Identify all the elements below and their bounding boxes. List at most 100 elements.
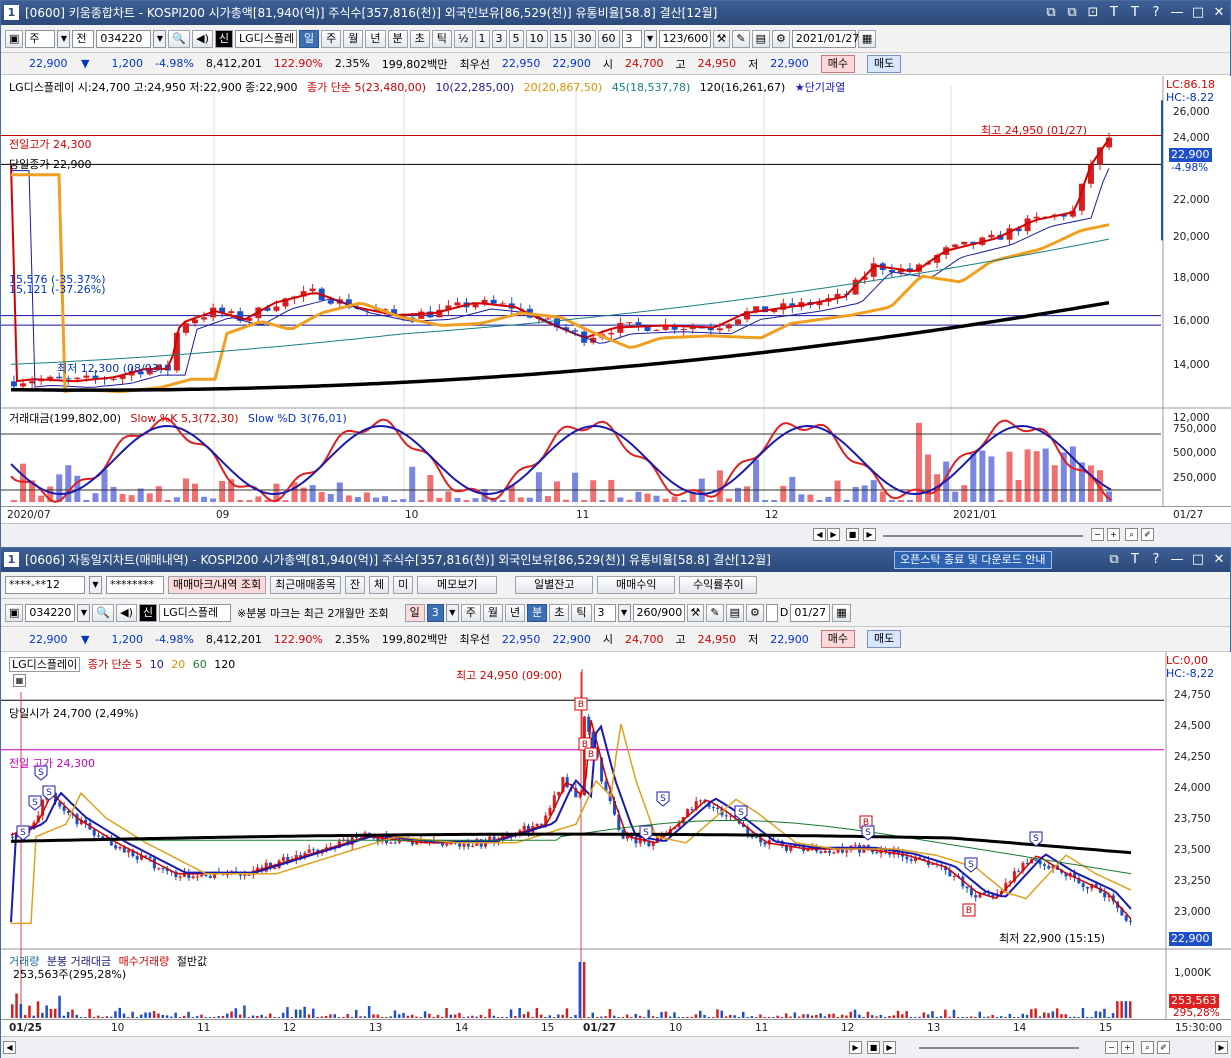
return-trend-button[interactable]: 수익률추이 bbox=[679, 576, 758, 594]
next-icon[interactable]: ▶ bbox=[863, 528, 876, 541]
balance-button[interactable]: 잔 bbox=[344, 576, 366, 594]
play-icon[interactable]: ▶ bbox=[849, 1041, 862, 1054]
interval-input[interactable]: 3 bbox=[426, 603, 444, 622]
interval-input[interactable]: 3 bbox=[621, 29, 642, 48]
zoom-out-icon[interactable]: − bbox=[1091, 528, 1104, 541]
tool-icon[interactable]: ⚒ bbox=[686, 603, 705, 622]
stock-code-input[interactable]: 034220 bbox=[25, 603, 76, 622]
mark-query-button[interactable]: 매매마크/내역 조회 bbox=[168, 576, 267, 594]
tab-month[interactable]: 월 bbox=[343, 29, 364, 48]
interval-30[interactable]: 30 bbox=[573, 29, 596, 48]
pen-icon[interactable]: ✎ bbox=[732, 29, 750, 48]
minimize-icon[interactable]: — bbox=[1170, 548, 1184, 572]
prev-icon[interactable]: ◀ bbox=[813, 528, 826, 541]
password-input[interactable]: ******** bbox=[106, 576, 164, 594]
account-select[interactable]: ****-**12 bbox=[5, 576, 85, 594]
executed-button[interactable]: 체 bbox=[369, 576, 390, 594]
sell-button[interactable]: 매도 bbox=[867, 54, 902, 73]
market-select[interactable]: 주 bbox=[25, 29, 56, 48]
interval-10[interactable]: 10 bbox=[525, 29, 548, 48]
play-icon[interactable]: ▶ bbox=[827, 528, 840, 541]
link-icon[interactable]: ⧉ bbox=[1107, 548, 1121, 572]
speaker-icon[interactable]: ◀) bbox=[116, 603, 137, 622]
chevron-down-icon[interactable]: ▼ bbox=[57, 29, 71, 48]
search-icon[interactable]: 🔍 bbox=[168, 29, 191, 48]
help-icon[interactable]: ? bbox=[1149, 1, 1163, 25]
font-icon[interactable]: T bbox=[1128, 1, 1142, 25]
count-input[interactable]: 123/600 bbox=[658, 29, 711, 48]
minute-input[interactable]: 3 bbox=[593, 603, 616, 622]
table-icon[interactable]: ▦ bbox=[13, 674, 26, 687]
chevron-down-icon[interactable]: ▼ bbox=[89, 576, 102, 594]
interval-15[interactable]: 15 bbox=[549, 29, 572, 48]
help-icon[interactable]: ? bbox=[1149, 548, 1163, 572]
chevron-down-icon[interactable]: ▼ bbox=[153, 29, 167, 48]
maximize-icon[interactable]: □ bbox=[1191, 548, 1205, 572]
date-input[interactable]: 2021/01/27 bbox=[791, 29, 859, 48]
interval-3[interactable]: 3 bbox=[491, 29, 507, 48]
price-chart-area[interactable]: LG디스플레이 시:24,700 고:24,950 저:22,900 종:22,… bbox=[1, 76, 1231, 506]
checkbox-icon[interactable]: ▣ bbox=[5, 29, 24, 48]
tab-week[interactable]: 주 bbox=[321, 29, 342, 48]
save-icon[interactable]: ⊡ bbox=[1086, 1, 1100, 25]
price-chart-svg[interactable] bbox=[1, 76, 1231, 506]
stock-code-input[interactable]: 034220 bbox=[96, 29, 152, 48]
notice-button[interactable]: 오픈스탁 종료 및 다운로드 안내 bbox=[894, 551, 1052, 569]
tab-tick[interactable]: 틱 bbox=[571, 603, 592, 622]
prev-select[interactable]: 전 bbox=[72, 29, 95, 48]
tab-minute[interactable]: 분 bbox=[527, 603, 548, 622]
stop-icon[interactable]: ■ bbox=[846, 528, 859, 541]
chart-scroll-bar[interactable]: ◀ ▶ ■ ▶ − + ⌕ ✐ bbox=[1, 523, 1231, 547]
calendar-icon[interactable]: ▦ bbox=[832, 603, 851, 622]
calendar-icon[interactable]: ▦ bbox=[857, 29, 877, 48]
tab-year[interactable]: 년 bbox=[365, 29, 386, 48]
zoom-slider[interactable] bbox=[919, 1047, 1079, 1049]
tab-month[interactable]: 월 bbox=[482, 603, 504, 622]
unfilled-button[interactable]: 미 bbox=[393, 576, 414, 594]
prev-icon[interactable]: ◀ bbox=[3, 1041, 16, 1054]
interval-60[interactable]: 60 bbox=[597, 29, 620, 48]
search-icon[interactable]: 🔍 bbox=[92, 603, 115, 622]
interval-5[interactable]: 5 bbox=[508, 29, 524, 48]
memo-button[interactable]: 메모보기 bbox=[417, 576, 498, 594]
pin-icon[interactable]: T bbox=[1107, 1, 1121, 25]
tab-minute[interactable]: 분 bbox=[387, 29, 408, 48]
checkbox-icon[interactable]: ▣ bbox=[5, 603, 24, 622]
tool-icon[interactable]: ✐ bbox=[1157, 1041, 1170, 1054]
stop-icon[interactable]: ■ bbox=[867, 1041, 880, 1054]
search-icon[interactable]: ⌕ bbox=[1125, 528, 1138, 541]
tool-icon[interactable]: ✐ bbox=[1141, 528, 1154, 541]
tab-second[interactable]: 초 bbox=[549, 603, 570, 622]
close-icon[interactable]: ✕ bbox=[1212, 1, 1226, 25]
half-button[interactable]: ½ bbox=[453, 29, 473, 48]
tab-tick[interactable]: 틱 bbox=[431, 29, 452, 48]
trade-profit-button[interactable]: 매매수익 bbox=[597, 576, 676, 594]
minimize-icon[interactable]: — bbox=[1170, 1, 1184, 25]
daily-balance-button[interactable]: 일별잔고 bbox=[515, 576, 594, 594]
d-checkbox[interactable] bbox=[765, 603, 778, 622]
next-icon[interactable]: ▶ bbox=[883, 1041, 896, 1054]
gear-icon[interactable]: ⚙ bbox=[746, 603, 764, 622]
chevron-down-icon[interactable]: ▼ bbox=[617, 603, 631, 622]
close-icon[interactable]: ✕ bbox=[1212, 548, 1226, 572]
speaker-icon[interactable]: ◀) bbox=[192, 29, 213, 48]
pen-icon[interactable]: ✎ bbox=[706, 603, 724, 622]
recent-trades-button[interactable]: 최근매매종목 bbox=[270, 576, 341, 594]
tab-day[interactable]: 일 bbox=[299, 29, 320, 48]
maximize-icon[interactable]: □ bbox=[1191, 1, 1205, 25]
copy-icon[interactable]: ⧉ bbox=[1065, 1, 1079, 25]
gear-icon[interactable]: ⚙ bbox=[772, 29, 790, 48]
interval-1[interactable]: 1 bbox=[474, 29, 490, 48]
tab-second[interactable]: 초 bbox=[409, 29, 430, 48]
count-input[interactable]: 260/900 bbox=[632, 603, 685, 622]
save-icon[interactable]: ▤ bbox=[725, 603, 745, 622]
tab-day[interactable]: 일 bbox=[404, 603, 425, 622]
search-icon[interactable]: ⌕ bbox=[1141, 1041, 1154, 1054]
zoom-slider[interactable] bbox=[883, 535, 1083, 537]
save-icon[interactable]: ▤ bbox=[751, 29, 771, 48]
date-input[interactable]: 01/27 bbox=[790, 603, 831, 622]
pin-icon[interactable]: T bbox=[1128, 548, 1142, 572]
zoom-in-icon[interactable]: + bbox=[1121, 1041, 1134, 1054]
tab-year[interactable]: 년 bbox=[505, 603, 526, 622]
tool-icon[interactable]: ⚒ bbox=[712, 29, 731, 48]
